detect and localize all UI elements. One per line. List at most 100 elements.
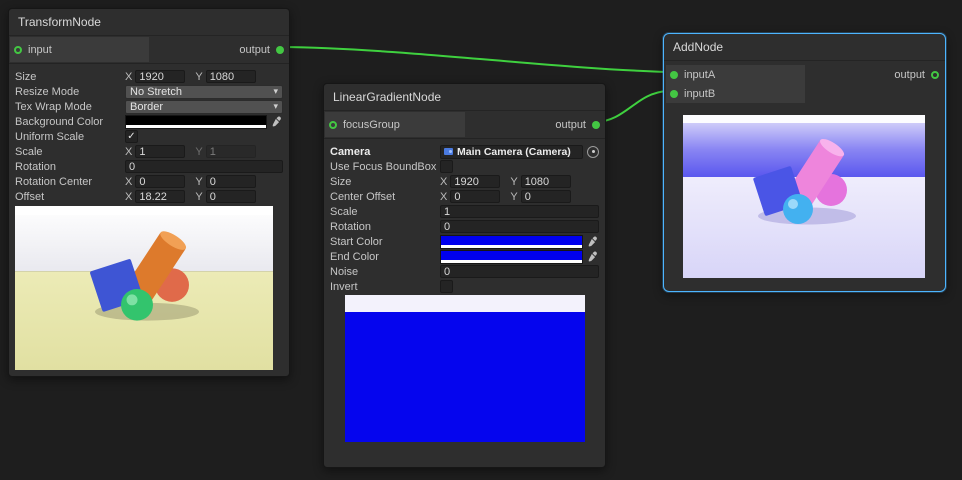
linear-gradient-node-title[interactable]: LinearGradientNode — [324, 84, 605, 111]
add-node[interactable]: AddNode inputA inputB output — [663, 33, 946, 292]
transform-preview-scene — [15, 206, 273, 370]
background-color-swatch[interactable] — [125, 115, 267, 129]
gradient-size-x-field[interactable] — [450, 175, 500, 188]
prop-row-noise: Noise — [330, 264, 599, 279]
output-port-icon[interactable] — [276, 46, 284, 54]
prop-row-tex-wrap-mode: Tex Wrap Mode Border ▾ — [15, 99, 283, 114]
transform-offset-x-field[interactable] — [135, 190, 185, 203]
inputA-port-icon[interactable] — [670, 71, 678, 79]
uniform-scale-checkbox[interactable]: ✓ — [125, 130, 138, 143]
transform-node-title[interactable]: TransformNode — [9, 9, 289, 36]
focusgroup-port-label: focusGroup — [343, 119, 400, 131]
node-graph-canvas[interactable]: TransformNode input output Size X Y — [0, 0, 962, 480]
eyedropper-icon[interactable] — [270, 116, 283, 127]
prop-row-scale: Scale X Y — [15, 144, 283, 159]
transform-rotation-field[interactable] — [125, 160, 283, 173]
inputB-port-label: inputB — [684, 88, 715, 100]
add-node-output-ports: output — [805, 65, 944, 103]
transform-rotation-center-y-field[interactable] — [206, 175, 256, 188]
transform-output-port-row[interactable]: output — [149, 37, 288, 62]
prop-row-end-color: End Color — [330, 249, 599, 264]
gradient-noise-field[interactable] — [440, 265, 599, 278]
gradient-scale-field[interactable] — [440, 205, 599, 218]
invert-checkbox[interactable] — [440, 280, 453, 293]
object-picker-icon[interactable] — [587, 146, 599, 158]
eyedropper-icon[interactable] — [586, 251, 599, 262]
focusgroup-port-icon[interactable] — [329, 121, 337, 129]
output-port-icon[interactable] — [931, 71, 939, 79]
add-inputA-port-row[interactable]: inputA — [666, 65, 805, 84]
camera-object-field[interactable]: Main Camera (Camera) — [440, 145, 583, 159]
alpha-bar — [441, 245, 582, 248]
transform-offset-y-field[interactable] — [206, 190, 256, 203]
sky-highlight — [15, 206, 273, 215]
x-axis-label: X — [125, 191, 132, 203]
y-axis-label: Y — [510, 176, 517, 188]
transform-input-port-row[interactable]: input — [10, 37, 149, 62]
x-axis-label: X — [125, 71, 132, 83]
gradient-size-y-field[interactable] — [521, 175, 571, 188]
camera-icon — [444, 148, 453, 155]
inputB-port-icon[interactable] — [670, 90, 678, 98]
add-node-title[interactable]: AddNode — [664, 34, 945, 61]
use-focus-boundbox-checkbox[interactable] — [440, 160, 453, 173]
wire-gradient-output-to-add-inputB[interactable] — [596, 91, 667, 122]
gradient-output-port-row[interactable]: output — [465, 112, 605, 137]
prop-row-rotation: Rotation — [330, 219, 599, 234]
transform-port-row: input output — [9, 36, 289, 64]
prop-row-invert: Invert — [330, 279, 599, 294]
transform-properties: Size X Y Resize Mode No Stretch ▾ — [9, 64, 289, 204]
add-preview-scene — [683, 115, 925, 278]
transform-scale-x-field[interactable] — [135, 145, 185, 158]
tex-wrap-mode-dropdown[interactable]: Border ▾ — [125, 100, 283, 114]
end-color-swatch[interactable] — [440, 250, 583, 264]
input-port-label: input — [28, 44, 52, 56]
sky-highlight — [683, 115, 925, 123]
y-axis-label: Y — [195, 71, 202, 83]
prop-row-background-color: Background Color — [15, 114, 283, 129]
green-sphere — [121, 289, 153, 321]
wire-transform-output-to-add-inputA[interactable] — [281, 47, 667, 72]
gradient-rotation-field[interactable] — [440, 220, 599, 233]
linear-gradient-node[interactable]: LinearGradientNode focusGroup output Cam… — [323, 83, 606, 468]
chevron-down-icon: ▾ — [273, 87, 278, 96]
y-axis-label: Y — [195, 176, 202, 188]
gradient-port-row: focusGroup output — [324, 111, 605, 139]
prop-row-offset: Offset X Y — [15, 189, 283, 204]
prop-row-resize-mode: Resize Mode No Stretch ▾ — [15, 84, 283, 99]
x-axis-label: X — [125, 146, 132, 158]
output-port-icon[interactable] — [592, 121, 600, 129]
prop-row-uniform-scale: Uniform Scale ✓ — [15, 129, 283, 144]
resize-mode-dropdown[interactable]: No Stretch ▾ — [125, 85, 283, 99]
prop-row-start-color: Start Color — [330, 234, 599, 249]
y-axis-label: Y — [510, 191, 517, 203]
prop-row-size: Size X Y — [15, 69, 283, 84]
inputA-port-label: inputA — [684, 69, 715, 81]
alpha-bar — [126, 125, 266, 128]
output-port-label: output — [894, 69, 925, 81]
gradient-center-offset-y-field[interactable] — [521, 190, 571, 203]
gradient-center-offset-x-field[interactable] — [450, 190, 500, 203]
eyedropper-icon[interactable] — [586, 236, 599, 247]
transform-rotation-center-x-field[interactable] — [135, 175, 185, 188]
y-axis-label: Y — [195, 191, 202, 203]
add-inputB-port-row[interactable]: inputB — [666, 84, 805, 103]
prop-row-use-focus-boundbox: Use Focus BoundBox — [330, 159, 599, 174]
transform-node[interactable]: TransformNode input output Size X Y — [8, 8, 290, 377]
transform-size-x-field[interactable] — [135, 70, 185, 83]
add-preview-image — [683, 115, 925, 278]
gradient-preview-blue-fill — [345, 312, 585, 442]
gradient-preview-image — [345, 295, 585, 442]
prop-row-rotation-center: Rotation Center X Y — [15, 174, 283, 189]
cyan-sphere-highlight — [788, 199, 798, 209]
start-color-swatch[interactable] — [440, 235, 583, 249]
gradient-focusgroup-port-row[interactable]: focusGroup — [325, 112, 465, 137]
prop-row-scale: Scale — [330, 204, 599, 219]
input-port-icon[interactable] — [14, 46, 22, 54]
x-axis-label: X — [440, 176, 447, 188]
add-output-port-row[interactable]: output — [805, 65, 944, 84]
gradient-properties: Camera Main Camera (Camera) Use Focus Bo… — [324, 139, 605, 294]
transform-size-y-field[interactable] — [206, 70, 256, 83]
gradient-preview-top-band — [345, 295, 585, 312]
x-axis-label: X — [125, 176, 132, 188]
